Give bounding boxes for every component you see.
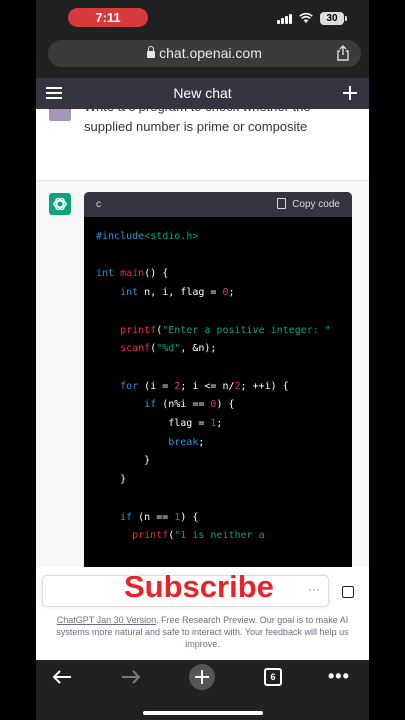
address-bar[interactable]: chat.openai.com bbox=[48, 40, 361, 67]
forward-arrow-icon[interactable] bbox=[121, 669, 141, 685]
code-line: printf("1 is neither a bbox=[132, 530, 265, 542]
new-tab-button[interactable] bbox=[189, 664, 215, 690]
new-chat-plus-icon[interactable] bbox=[343, 86, 357, 100]
code-line: if (n%i == 0) { bbox=[144, 399, 235, 411]
code-line: int main() { bbox=[96, 268, 169, 280]
user-avatar bbox=[49, 109, 71, 121]
wifi-icon bbox=[299, 12, 313, 23]
code-line: break; bbox=[168, 436, 205, 448]
code-block: c Copy code #include<stdio.h> int main()… bbox=[84, 192, 352, 567]
cellular-signal-icon bbox=[277, 14, 294, 24]
code-line: } bbox=[96, 474, 127, 486]
url-text: chat.openai.com bbox=[159, 45, 262, 61]
user-message-text: Write a c program to check whether the s… bbox=[84, 109, 311, 134]
tab-switcher-button[interactable]: 6 bbox=[264, 668, 282, 686]
subscribe-overlay: Subscribe bbox=[123, 568, 274, 605]
home-indicator bbox=[143, 711, 263, 715]
chatgpt-logo-icon bbox=[49, 193, 71, 215]
code-block-header: c Copy code bbox=[84, 192, 352, 217]
code-line: scanf("%d", &n); bbox=[120, 343, 217, 355]
status-time: 7:11 bbox=[68, 8, 148, 27]
copy-code-label: Copy code bbox=[292, 199, 340, 210]
assistant-message: c Copy code #include<stdio.h> int main()… bbox=[36, 180, 369, 567]
clipboard-icon bbox=[277, 198, 287, 209]
version-link[interactable]: ChatGPT Jan 30 Version bbox=[57, 615, 156, 625]
input-area: ··· Subscribe ChatGPT Jan 30 Version. Fr… bbox=[36, 567, 369, 660]
user-message: Write a c program to check whether the s… bbox=[36, 109, 369, 180]
back-arrow-icon[interactable] bbox=[52, 669, 72, 685]
code-line: int n, i, flag = 0; bbox=[120, 287, 235, 299]
conversation: Write a c program to check whether the s… bbox=[36, 109, 369, 567]
code-line: } bbox=[96, 455, 151, 467]
send-stop-icon[interactable] bbox=[342, 586, 354, 598]
code-line: #include<stdio.h> bbox=[96, 231, 199, 242]
lock-icon bbox=[147, 46, 156, 58]
chat-title: New chat bbox=[173, 85, 232, 101]
more-options-icon: ··· bbox=[308, 582, 320, 596]
more-menu-icon[interactable]: ••• bbox=[328, 666, 350, 687]
share-icon[interactable] bbox=[335, 45, 351, 61]
battery-icon: 30 bbox=[320, 12, 347, 25]
browser-toolbar: 6 ••• bbox=[36, 660, 369, 720]
code-line: for (i = 2; i <= n/2; ++i) { bbox=[120, 380, 289, 392]
footer-note: ChatGPT Jan 30 Version. Free Research Pr… bbox=[42, 614, 363, 650]
copy-code-button[interactable]: Copy code bbox=[277, 192, 340, 217]
code-line: flag = 1; bbox=[96, 418, 223, 430]
status-bar: 7:11 30 bbox=[36, 0, 369, 36]
code-content: #include<stdio.h> int main() { int n, i,… bbox=[96, 228, 331, 546]
code-line: if (n == 1) { bbox=[120, 511, 199, 523]
phone-screen: 7:11 30 chat.openai.com New chat Write a… bbox=[36, 0, 369, 720]
code-language: c bbox=[96, 199, 101, 210]
code-line: printf("Enter a positive integer: " bbox=[120, 324, 331, 336]
chat-header: New chat bbox=[36, 78, 369, 109]
